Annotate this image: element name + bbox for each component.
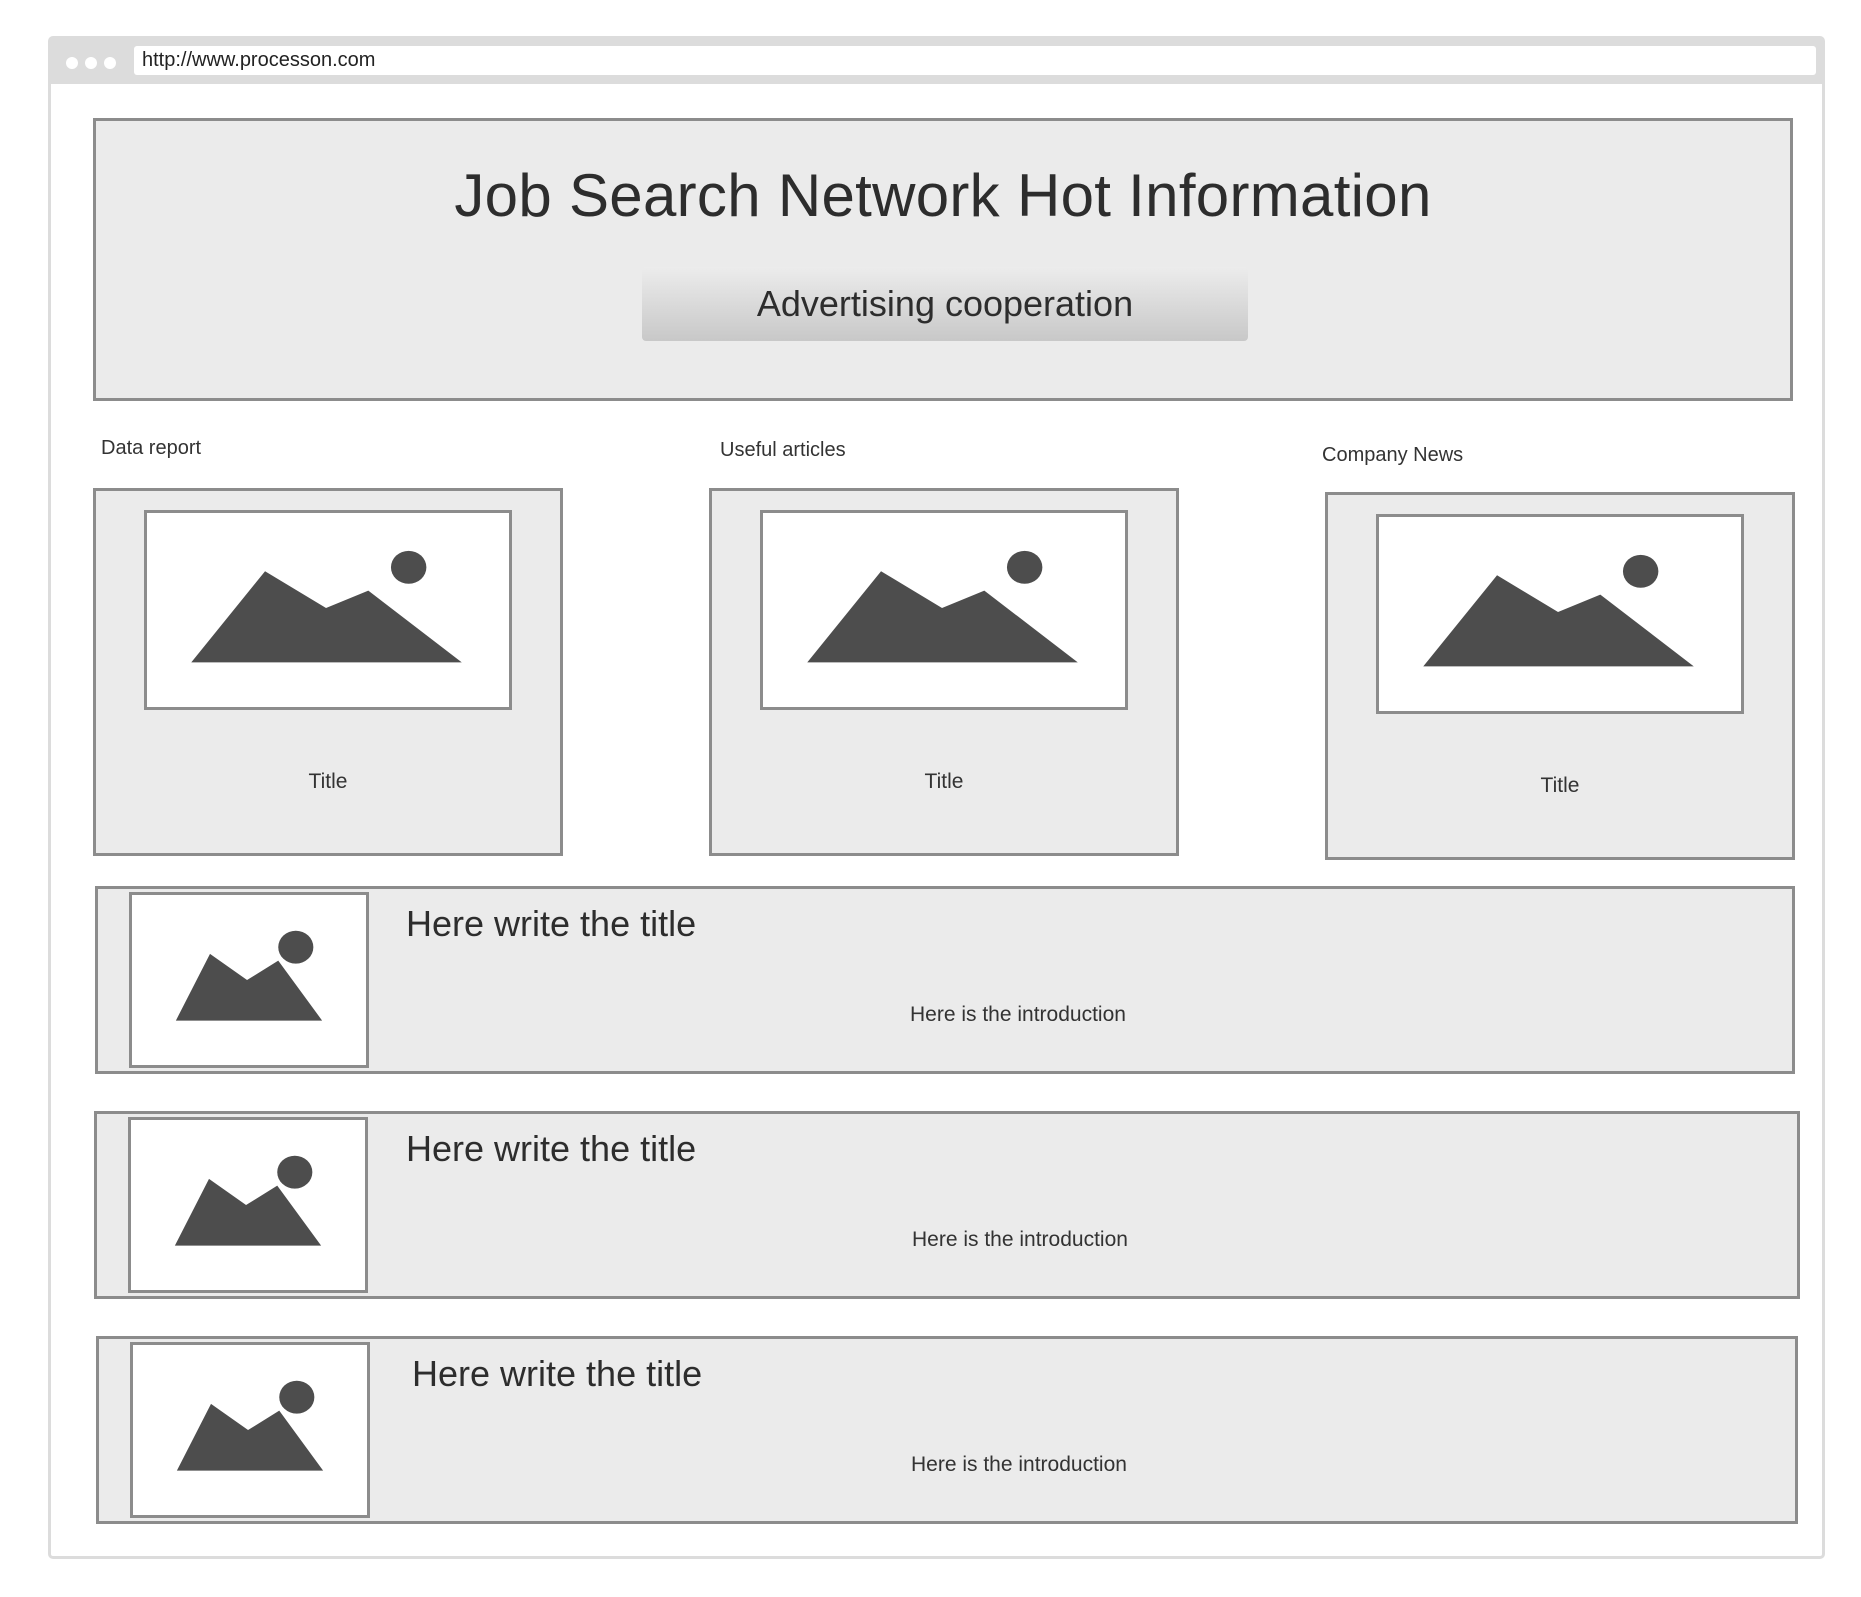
image-placeholder-icon — [129, 892, 369, 1068]
address-bar[interactable]: http://www.processon.com — [134, 46, 1816, 75]
article-row[interactable]: Here write the title Here is the introdu… — [95, 886, 1795, 1074]
article-row[interactable]: Here write the title Here is the introdu… — [96, 1336, 1798, 1524]
image-placeholder-icon — [128, 1117, 368, 1293]
card-company-news[interactable]: Title — [1325, 492, 1795, 860]
card-title: Title — [924, 770, 964, 793]
image-placeholder-icon — [144, 510, 512, 710]
section-label-useful-articles: Useful articles — [720, 439, 846, 461]
window-control-dot[interactable] — [66, 57, 78, 69]
image-placeholder-icon — [1376, 514, 1744, 714]
article-introduction: Here is the introduction — [910, 1003, 1126, 1026]
page-title: Job Search Network Hot Information — [454, 162, 1432, 229]
article-introduction: Here is the introduction — [911, 1453, 1127, 1476]
card-title: Title — [308, 770, 348, 793]
window-control-dot[interactable] — [104, 57, 116, 69]
card-title: Title — [1540, 774, 1580, 797]
section-label-data-report: Data report — [101, 437, 202, 459]
article-introduction: Here is the introduction — [912, 1228, 1128, 1251]
image-placeholder-icon — [130, 1342, 370, 1518]
browser-toolbar: http://www.processon.com — [51, 39, 1822, 84]
card-useful-articles[interactable]: Title — [709, 488, 1179, 856]
article-title: Here write the title — [412, 1353, 703, 1394]
advertising-cooperation-button[interactable]: Advertising cooperation — [642, 267, 1248, 341]
section-label-company-news: Company News — [1322, 444, 1464, 466]
card-data-report[interactable]: Title — [93, 488, 563, 856]
article-title: Here write the title — [406, 1128, 697, 1169]
article-title: Here write the title — [406, 903, 697, 944]
article-row[interactable]: Here write the title Here is the introdu… — [94, 1111, 1800, 1299]
header-banner: Job Search Network Hot Information Adver… — [93, 118, 1793, 401]
image-placeholder-icon — [760, 510, 1128, 710]
window-control-dot[interactable] — [85, 57, 97, 69]
